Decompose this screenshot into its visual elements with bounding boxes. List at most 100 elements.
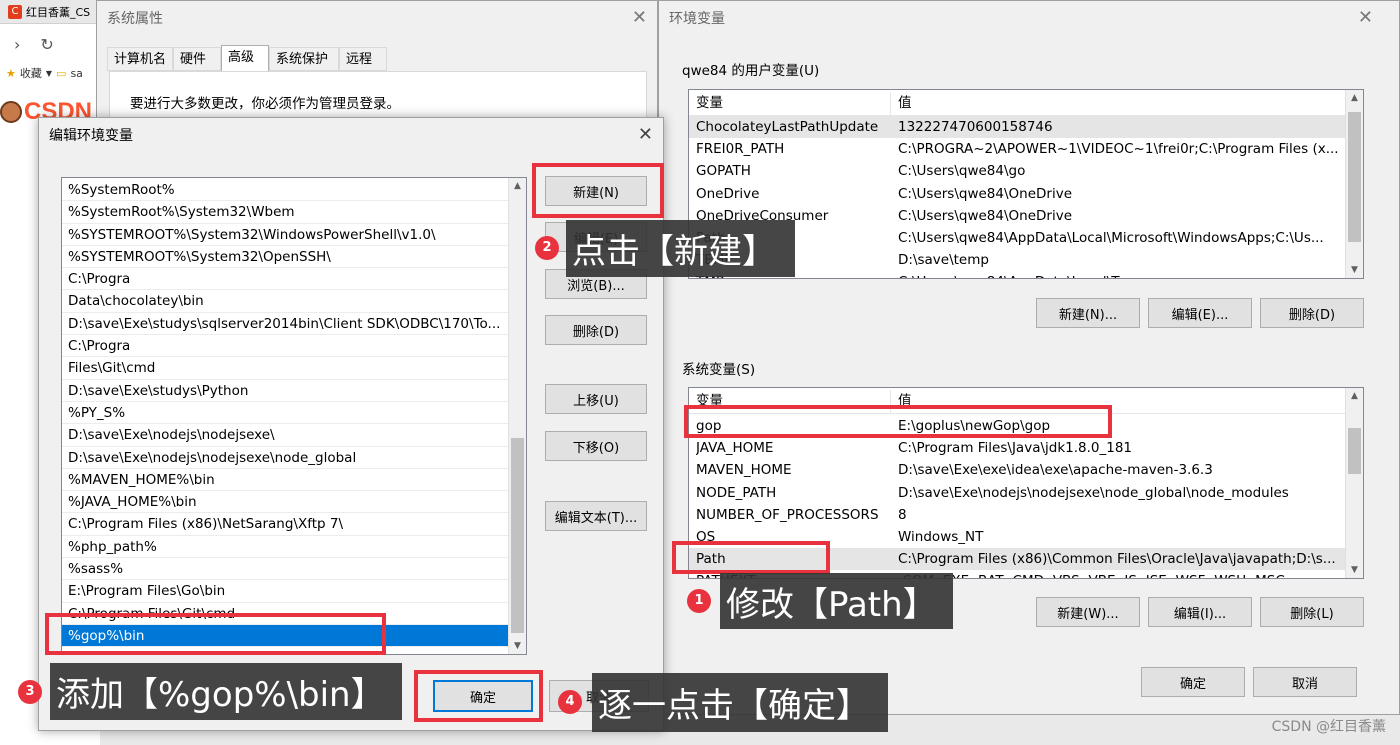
browser-tab-title: 红目香薰_CS — [26, 5, 91, 19]
path-entry[interactable]: C:\Progra — [62, 268, 508, 291]
user-delete-button[interactable]: 删除(D) — [1260, 298, 1364, 328]
col-header-value[interactable]: 值 — [898, 92, 912, 114]
path-entries: %SystemRoot% %SystemRoot%\System32\Wbem %S… — [62, 179, 508, 648]
tab-3[interactable]: 高级 — [221, 45, 269, 71]
system-vars-scrollbar[interactable]: ▲ ▼ — [1345, 388, 1363, 578]
variable-row[interactable]: ChocolateyLastPathUpdate 1322274706001587… — [689, 116, 1345, 139]
path-entry[interactable]: %MAVEN_HOME%\bin — [62, 469, 508, 492]
dialog-title: 编辑环境变量 — [49, 128, 133, 144]
variable-name: FREI0R_PATH — [696, 141, 785, 158]
system-new-button[interactable]: 新建(W)... — [1036, 597, 1140, 627]
scroll-down-icon[interactable]: ▼ — [509, 638, 526, 654]
variable-row[interactable]: JAVA_HOME C:\Program Files\Java\jdk1.8.0_… — [689, 437, 1345, 459]
system-delete-button[interactable]: 删除(L) — [1260, 597, 1364, 627]
path-entry[interactable]: Data\chocolatey\bin — [62, 290, 508, 313]
star-icon: ★ — [6, 66, 16, 80]
step-1-annotation: 修改【Path】 — [720, 573, 953, 629]
step-4-badge: 4 — [558, 690, 582, 714]
path-entry[interactable]: %SYSTEMROOT%\System32\WindowsPowerShell\… — [62, 224, 508, 246]
scroll-down-icon[interactable]: ▼ — [1346, 562, 1363, 578]
path-entry[interactable]: %PY_S% — [62, 402, 508, 425]
variable-name: GOPATH — [696, 163, 751, 180]
step-3-badge: 3 — [18, 680, 42, 704]
scroll-up-icon[interactable]: ▲ — [509, 178, 526, 194]
bookmarks-bar: ★ 收藏 ▼ ▭ sa — [0, 62, 100, 84]
variable-name: OneDrive — [696, 185, 760, 202]
step-2-annotation: 点击【新建】 — [566, 220, 795, 277]
env-ok-button[interactable]: 确定 — [1141, 667, 1245, 697]
step-2-badge: 2 — [535, 236, 559, 260]
path-entry[interactable]: C:\Program Files (x86)\NetSarang\Xftp 7\ — [62, 513, 508, 536]
tab-1[interactable]: 计算机名 — [107, 47, 173, 71]
col-header-variable[interactable]: 变量 — [696, 92, 723, 114]
bookmark-label[interactable]: 收藏 — [20, 65, 42, 81]
tab-2[interactable]: 硬件 — [173, 47, 221, 71]
path-entry[interactable]: D:\save\Exe\nodejs\nodejsexe\ — [62, 424, 508, 447]
forward-icon[interactable]: › — [14, 35, 20, 54]
path-entries-list[interactable]: %SystemRoot% %SystemRoot%\System32\Wbem %S… — [61, 177, 527, 655]
variable-value: C:\Program Files (x86)\Common Files\Orac… — [898, 551, 1336, 568]
highlight-path-row — [672, 541, 830, 574]
variable-value: D:\save\Exe\exe\idea\exe\apache-maven-3.… — [898, 462, 1213, 479]
variable-value: C:\Users\qwe84\OneDrive — [898, 185, 1072, 202]
path-entry[interactable]: Files\Git\cmd — [62, 357, 508, 380]
scroll-thumb[interactable] — [511, 438, 524, 633]
user-vars-header: 变量 值 — [689, 92, 1363, 116]
move-down-button[interactable]: 下移(O) — [545, 431, 647, 461]
folder-icon: ▭ — [56, 66, 67, 80]
close-icon[interactable]: ✕ — [632, 7, 647, 28]
user-edit-button[interactable]: 编辑(E)... — [1148, 298, 1252, 328]
reload-icon[interactable]: ↻ — [40, 35, 53, 54]
system-properties-window: 系统属性 ✕ 计算机名 硬件 高级 系统保护 远程 要进行大多数更改，你必须作为管理员登… — [96, 0, 658, 141]
close-icon[interactable]: ✕ — [1358, 7, 1373, 28]
step-3-annotation: 添加【%gop%\bin】 — [50, 663, 402, 720]
variable-row[interactable]: MAVEN_HOME D:\save\Exe\exe\idea\exe\apach… — [689, 459, 1345, 481]
variable-row[interactable]: NODE_PATH D:\save\Exe\nodejs\nodejsexe\no… — [689, 482, 1345, 504]
step-4-annotation: 逐一点击【确定】 — [592, 673, 888, 732]
variable-value: D:\save\Exe\nodejs\nodejsexe\node_global… — [898, 484, 1289, 501]
scroll-thumb[interactable] — [1348, 428, 1361, 474]
variable-value: 8 — [898, 506, 907, 523]
path-entry[interactable]: %php_path% — [62, 536, 508, 559]
browser-tab[interactable]: C 红目香薰_CS — [0, 0, 100, 24]
path-entry[interactable]: %SystemRoot% — [62, 179, 508, 202]
scroll-down-icon[interactable]: ▼ — [1346, 262, 1363, 278]
tab-5[interactable]: 远程 — [339, 47, 387, 71]
variable-row[interactable]: OneDrive C:\Users\qwe84\OneDrive — [689, 183, 1345, 205]
variable-value: C:\Users\qwe84\AppData\Local\Temp — [898, 271, 1344, 278]
delete-button[interactable]: 删除(D) — [545, 315, 647, 345]
variable-row[interactable]: NUMBER_OF_PROCESSORS 8 — [689, 504, 1345, 526]
scroll-up-icon[interactable]: ▲ — [1346, 90, 1363, 106]
path-entry[interactable]: D:\save\Exe\nodejs\nodejsexe\node_global — [62, 447, 508, 469]
path-entry[interactable]: C:\Progra — [62, 335, 508, 358]
highlight-gop-bin-entry — [45, 613, 386, 655]
path-list-scrollbar[interactable]: ▲ ▼ — [508, 178, 526, 654]
path-entry[interactable]: %SYSTEMROOT%\System32\OpenSSH\ — [62, 246, 508, 269]
bookmark-folder[interactable]: sa — [70, 67, 82, 80]
variable-value: C:\Users\qwe84\go — [898, 163, 1026, 180]
browser-nav: › ↻ — [0, 28, 100, 60]
user-new-button[interactable]: 新建(N)... — [1036, 298, 1140, 328]
path-entry[interactable]: %sass% — [62, 558, 508, 581]
variable-value: C:\Users\qwe84\AppData\Local\Microsoft\W… — [898, 230, 1324, 246]
tab-4[interactable]: 系统保护 — [269, 47, 339, 71]
system-edit-button[interactable]: 编辑(I)... — [1148, 597, 1252, 627]
scroll-thumb[interactable] — [1348, 112, 1361, 242]
csdn-favicon: C — [8, 4, 22, 19]
scroll-up-icon[interactable]: ▲ — [1346, 388, 1363, 404]
move-up-button[interactable]: 上移(U) — [545, 384, 647, 414]
variable-row[interactable]: GOPATH C:\Users\qwe84\go — [689, 160, 1345, 182]
path-entry[interactable]: D:\save\Exe\studys\Python — [62, 380, 508, 402]
window-title: 环境变量 — [669, 11, 725, 27]
path-entry[interactable]: %JAVA_HOME%\bin — [62, 491, 508, 514]
env-cancel-button[interactable]: 取消 — [1253, 667, 1357, 697]
close-icon[interactable]: ✕ — [638, 124, 653, 145]
path-entry[interactable]: %SystemRoot%\System32\Wbem — [62, 201, 508, 224]
user-vars-scrollbar[interactable]: ▲ ▼ — [1345, 90, 1363, 278]
edit-text-button[interactable]: 编辑文本(T)... — [545, 501, 647, 531]
path-entry[interactable]: D:\save\Exe\studys\sqlserver2014bin\Clie… — [62, 313, 508, 336]
path-entry[interactable]: E:\Program Files\Go\bin — [62, 580, 508, 603]
admin-notice: 要进行大多数更改，你必须作为管理员登录。 — [130, 96, 400, 112]
variable-row[interactable]: FREI0R_PATH C:\PROGRA~2\APOWER~1\VIDEOC~1… — [689, 138, 1345, 160]
variable-name: NUMBER_OF_PROCESSORS — [696, 506, 879, 523]
